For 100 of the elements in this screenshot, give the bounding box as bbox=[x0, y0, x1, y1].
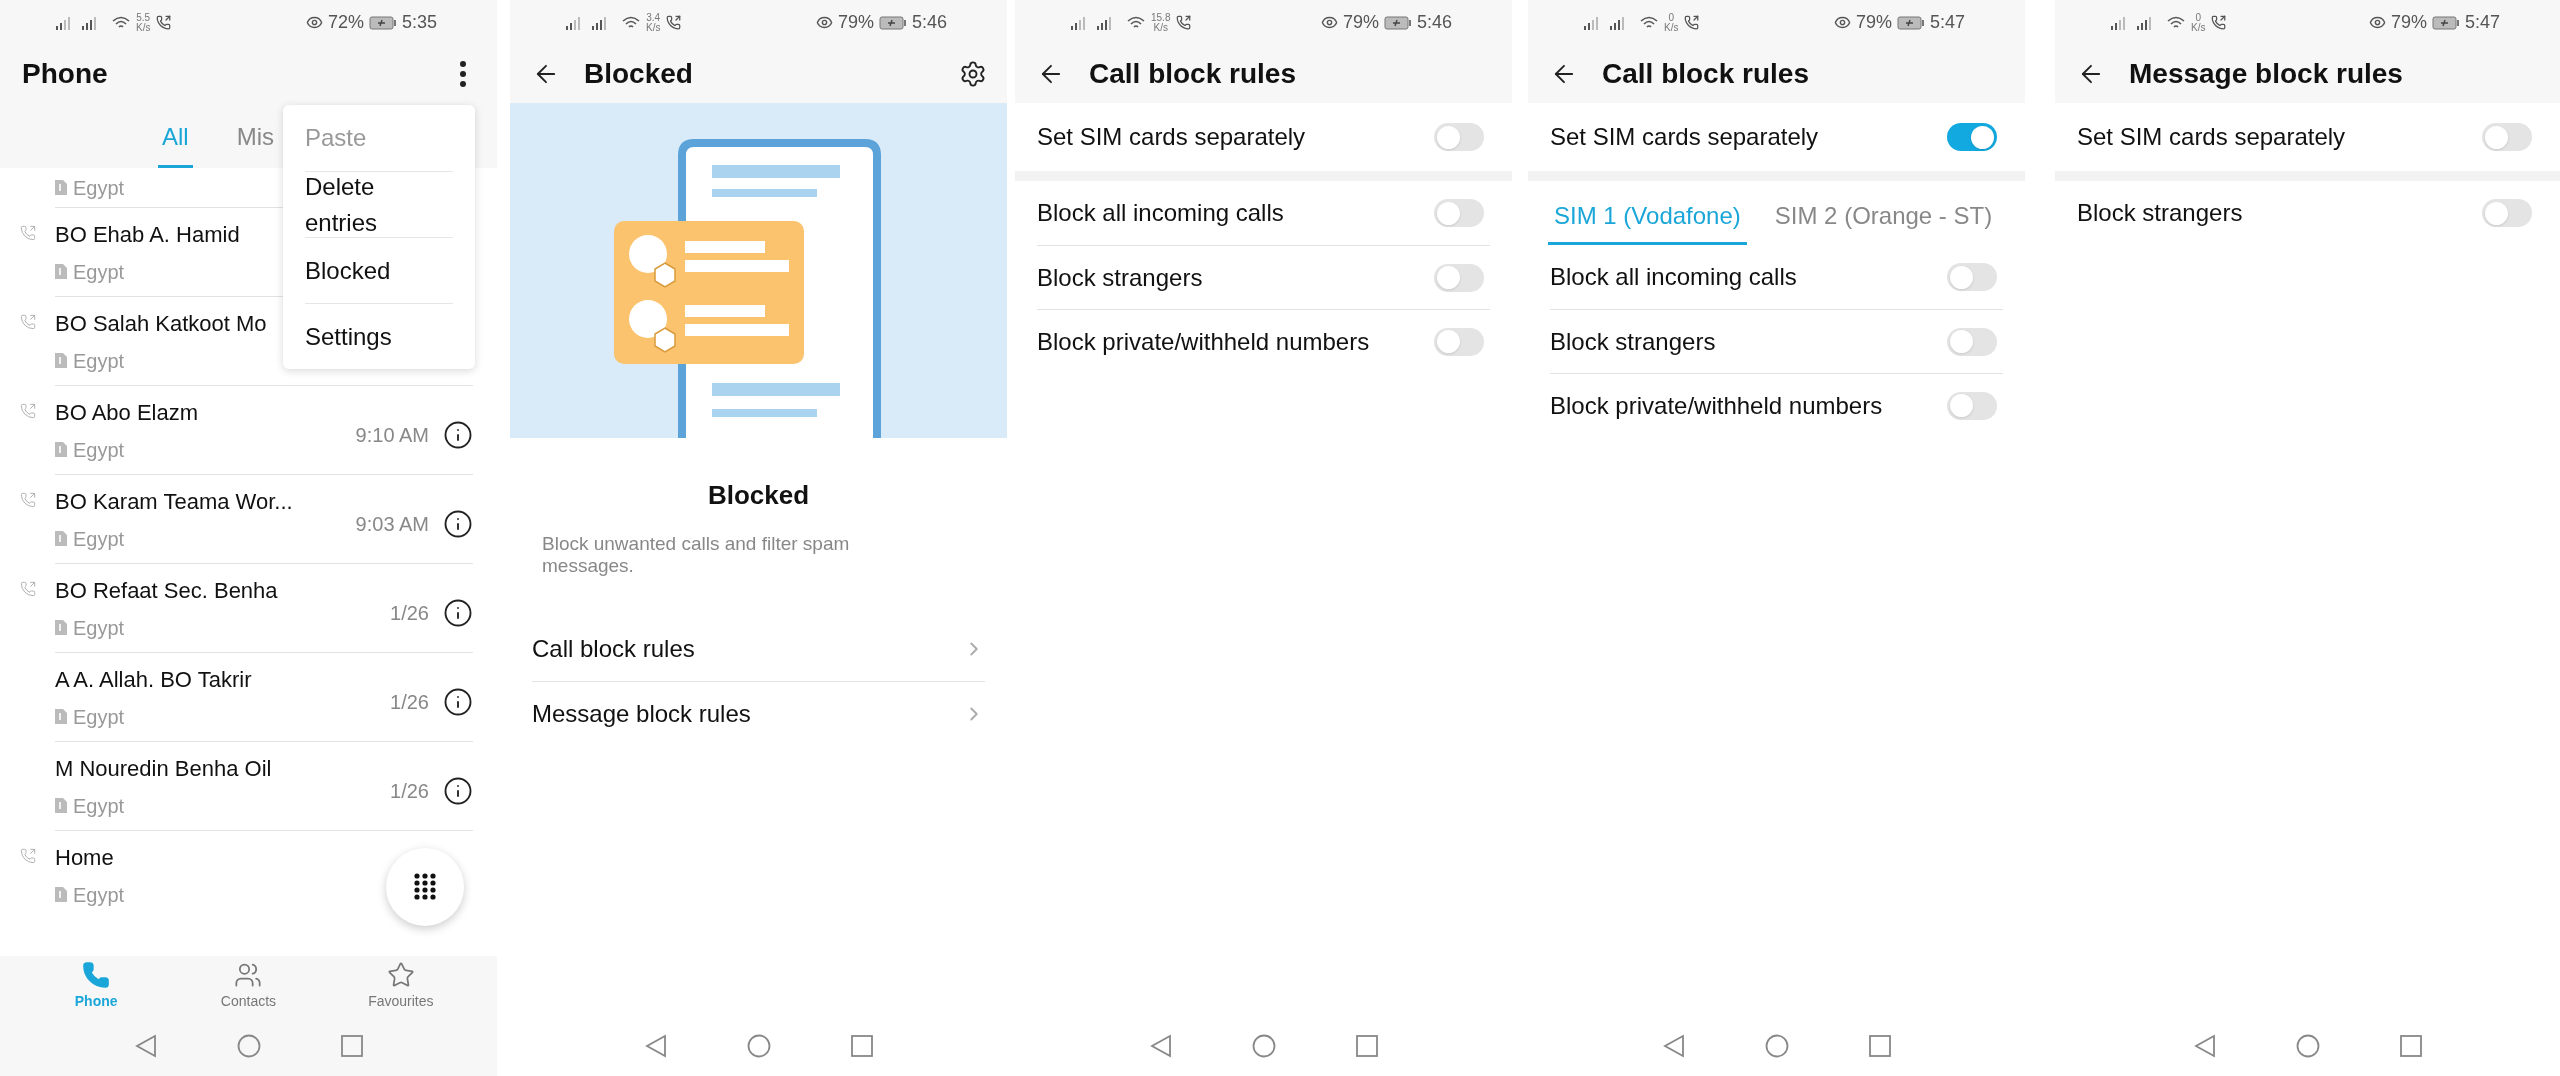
setting-label: Block strangers bbox=[2077, 198, 2243, 228]
battery-icon bbox=[368, 15, 397, 30]
setting-label: Block all incoming calls bbox=[1550, 262, 1797, 292]
setting-label: Set SIM cards separately bbox=[2077, 122, 2346, 152]
network-speed: 0 bbox=[1668, 12, 1674, 23]
settings-link[interactable]: Call block rules bbox=[532, 617, 985, 681]
sim-tab[interactable]: SIM 2 (Orange - ST) bbox=[1768, 198, 1999, 245]
dialpad-button[interactable] bbox=[386, 848, 464, 926]
home-nav-icon[interactable] bbox=[236, 1034, 261, 1058]
menu-item[interactable]: Delete entries bbox=[305, 171, 453, 237]
setting-label: Block all incoming calls bbox=[1037, 198, 1284, 228]
info-icon[interactable] bbox=[443, 598, 473, 628]
bottom-nav-item[interactable]: Favourites bbox=[368, 990, 434, 1012]
description-text: Block unwanted calls and filter spam messages. bbox=[542, 533, 851, 577]
info-icon[interactable] bbox=[443, 687, 473, 717]
settings-link[interactable]: Message block rules bbox=[532, 681, 985, 745]
contact-name: BO Refaat Sec. Benha bbox=[55, 576, 278, 605]
screen-title: Blocked bbox=[584, 57, 693, 91]
contact-location: Egypt bbox=[73, 882, 125, 908]
contact-location: Egypt bbox=[73, 348, 125, 374]
toggle-switch[interactable] bbox=[1947, 263, 1997, 291]
setting-label: Block private/withheld numbers bbox=[1037, 326, 1370, 357]
back-nav-icon[interactable] bbox=[134, 1034, 157, 1058]
wifi-icon bbox=[2167, 15, 2185, 30]
recents-nav-icon[interactable] bbox=[1868, 1035, 1891, 1057]
home-nav-icon[interactable] bbox=[746, 1034, 771, 1058]
menu-item[interactable]: Blocked bbox=[305, 237, 453, 303]
tab[interactable]: Mis bbox=[232, 119, 278, 168]
clock: 5:47 bbox=[1929, 11, 1965, 34]
menu-item[interactable]: Settings bbox=[305, 303, 453, 369]
back-nav-icon[interactable] bbox=[644, 1034, 667, 1058]
contact-location: Egypt bbox=[73, 259, 125, 285]
sim-icon bbox=[55, 531, 67, 546]
eye-icon bbox=[1833, 14, 1851, 31]
back-nav-icon[interactable] bbox=[1149, 1034, 1172, 1058]
eye-icon bbox=[1320, 14, 1338, 31]
contact-name: BO Salah Katkoot Mo bbox=[55, 309, 267, 338]
wifi-icon bbox=[112, 15, 130, 30]
toggle-switch[interactable] bbox=[1947, 327, 1997, 356]
network-speed: 3.4 bbox=[646, 12, 661, 23]
battery-icon bbox=[1896, 15, 1925, 30]
home-nav-icon[interactable] bbox=[2295, 1034, 2320, 1058]
contact-location: Egypt bbox=[73, 704, 125, 730]
battery-icon bbox=[2431, 15, 2460, 30]
toggle-switch[interactable] bbox=[1947, 123, 1997, 151]
info-icon[interactable] bbox=[443, 420, 473, 450]
clock: 5:46 bbox=[1416, 11, 1452, 34]
setting-label: Set SIM cards separately bbox=[1037, 122, 1306, 152]
contact-name: Home bbox=[55, 843, 114, 872]
contact-location: Egypt bbox=[73, 437, 125, 463]
bottom-nav-item[interactable]: Contacts bbox=[220, 990, 277, 1012]
toggle-switch[interactable] bbox=[1434, 327, 1484, 356]
info-icon[interactable] bbox=[443, 776, 473, 806]
eye-icon bbox=[305, 14, 323, 31]
wifi-icon bbox=[622, 15, 640, 30]
recents-nav-icon[interactable] bbox=[340, 1035, 363, 1057]
section-heading: Blocked bbox=[706, 479, 811, 512]
screen-title: Phone bbox=[22, 57, 108, 91]
contact-location: Egypt bbox=[73, 793, 125, 819]
more-options-icon[interactable] bbox=[459, 60, 467, 88]
info-icon[interactable] bbox=[443, 509, 473, 539]
tab[interactable]: All bbox=[158, 119, 193, 168]
home-nav-icon[interactable] bbox=[1251, 1034, 1276, 1058]
battery-percent: 72% bbox=[327, 11, 364, 34]
recents-nav-icon[interactable] bbox=[850, 1035, 873, 1057]
star-icon bbox=[386, 960, 415, 989]
recents-nav-icon[interactable] bbox=[2399, 1035, 2422, 1057]
toggle-switch[interactable] bbox=[1434, 199, 1484, 227]
settings-icon[interactable] bbox=[959, 60, 987, 88]
bottom-nav-item[interactable]: Phone bbox=[74, 990, 118, 1012]
call-icon bbox=[156, 15, 172, 30]
setting-label: Set SIM cards separately bbox=[1550, 122, 1819, 152]
dialpad-icon bbox=[414, 873, 436, 901]
toggle-switch[interactable] bbox=[2482, 123, 2532, 151]
back-nav-icon[interactable] bbox=[1662, 1034, 1685, 1058]
sim-icon bbox=[55, 620, 67, 635]
call-time: 9:10 AM bbox=[355, 423, 429, 448]
battery-percent: 79% bbox=[1342, 11, 1379, 34]
toggle-switch[interactable] bbox=[1434, 263, 1484, 292]
toggle-switch[interactable] bbox=[2482, 199, 2532, 227]
contact-location: Egypt bbox=[73, 175, 125, 201]
speed-unit: K/s bbox=[136, 22, 151, 33]
toggle-switch[interactable] bbox=[1947, 391, 1997, 420]
sim-icon bbox=[55, 264, 67, 279]
setting-label: Block strangers bbox=[1037, 262, 1203, 293]
screen-title: Message block rules bbox=[2129, 57, 2403, 91]
speed-unit: K/s bbox=[1153, 22, 1168, 33]
contact-location: Egypt bbox=[73, 526, 125, 552]
battery-percent: 79% bbox=[837, 11, 874, 34]
home-nav-icon[interactable] bbox=[1764, 1034, 1789, 1058]
battery-icon bbox=[878, 15, 907, 30]
speed-unit: K/s bbox=[1664, 22, 1679, 33]
sim-icon bbox=[55, 442, 67, 457]
recents-nav-icon[interactable] bbox=[1355, 1035, 1378, 1057]
toggle-switch[interactable] bbox=[1434, 123, 1484, 151]
back-nav-icon[interactable] bbox=[2193, 1034, 2216, 1058]
screen-title: Call block rules bbox=[1089, 57, 1296, 91]
sim-tab[interactable]: SIM 1 (Vodafone) bbox=[1548, 198, 1747, 245]
wifi-icon bbox=[1640, 15, 1658, 30]
call-time: 1/26 bbox=[390, 779, 429, 804]
